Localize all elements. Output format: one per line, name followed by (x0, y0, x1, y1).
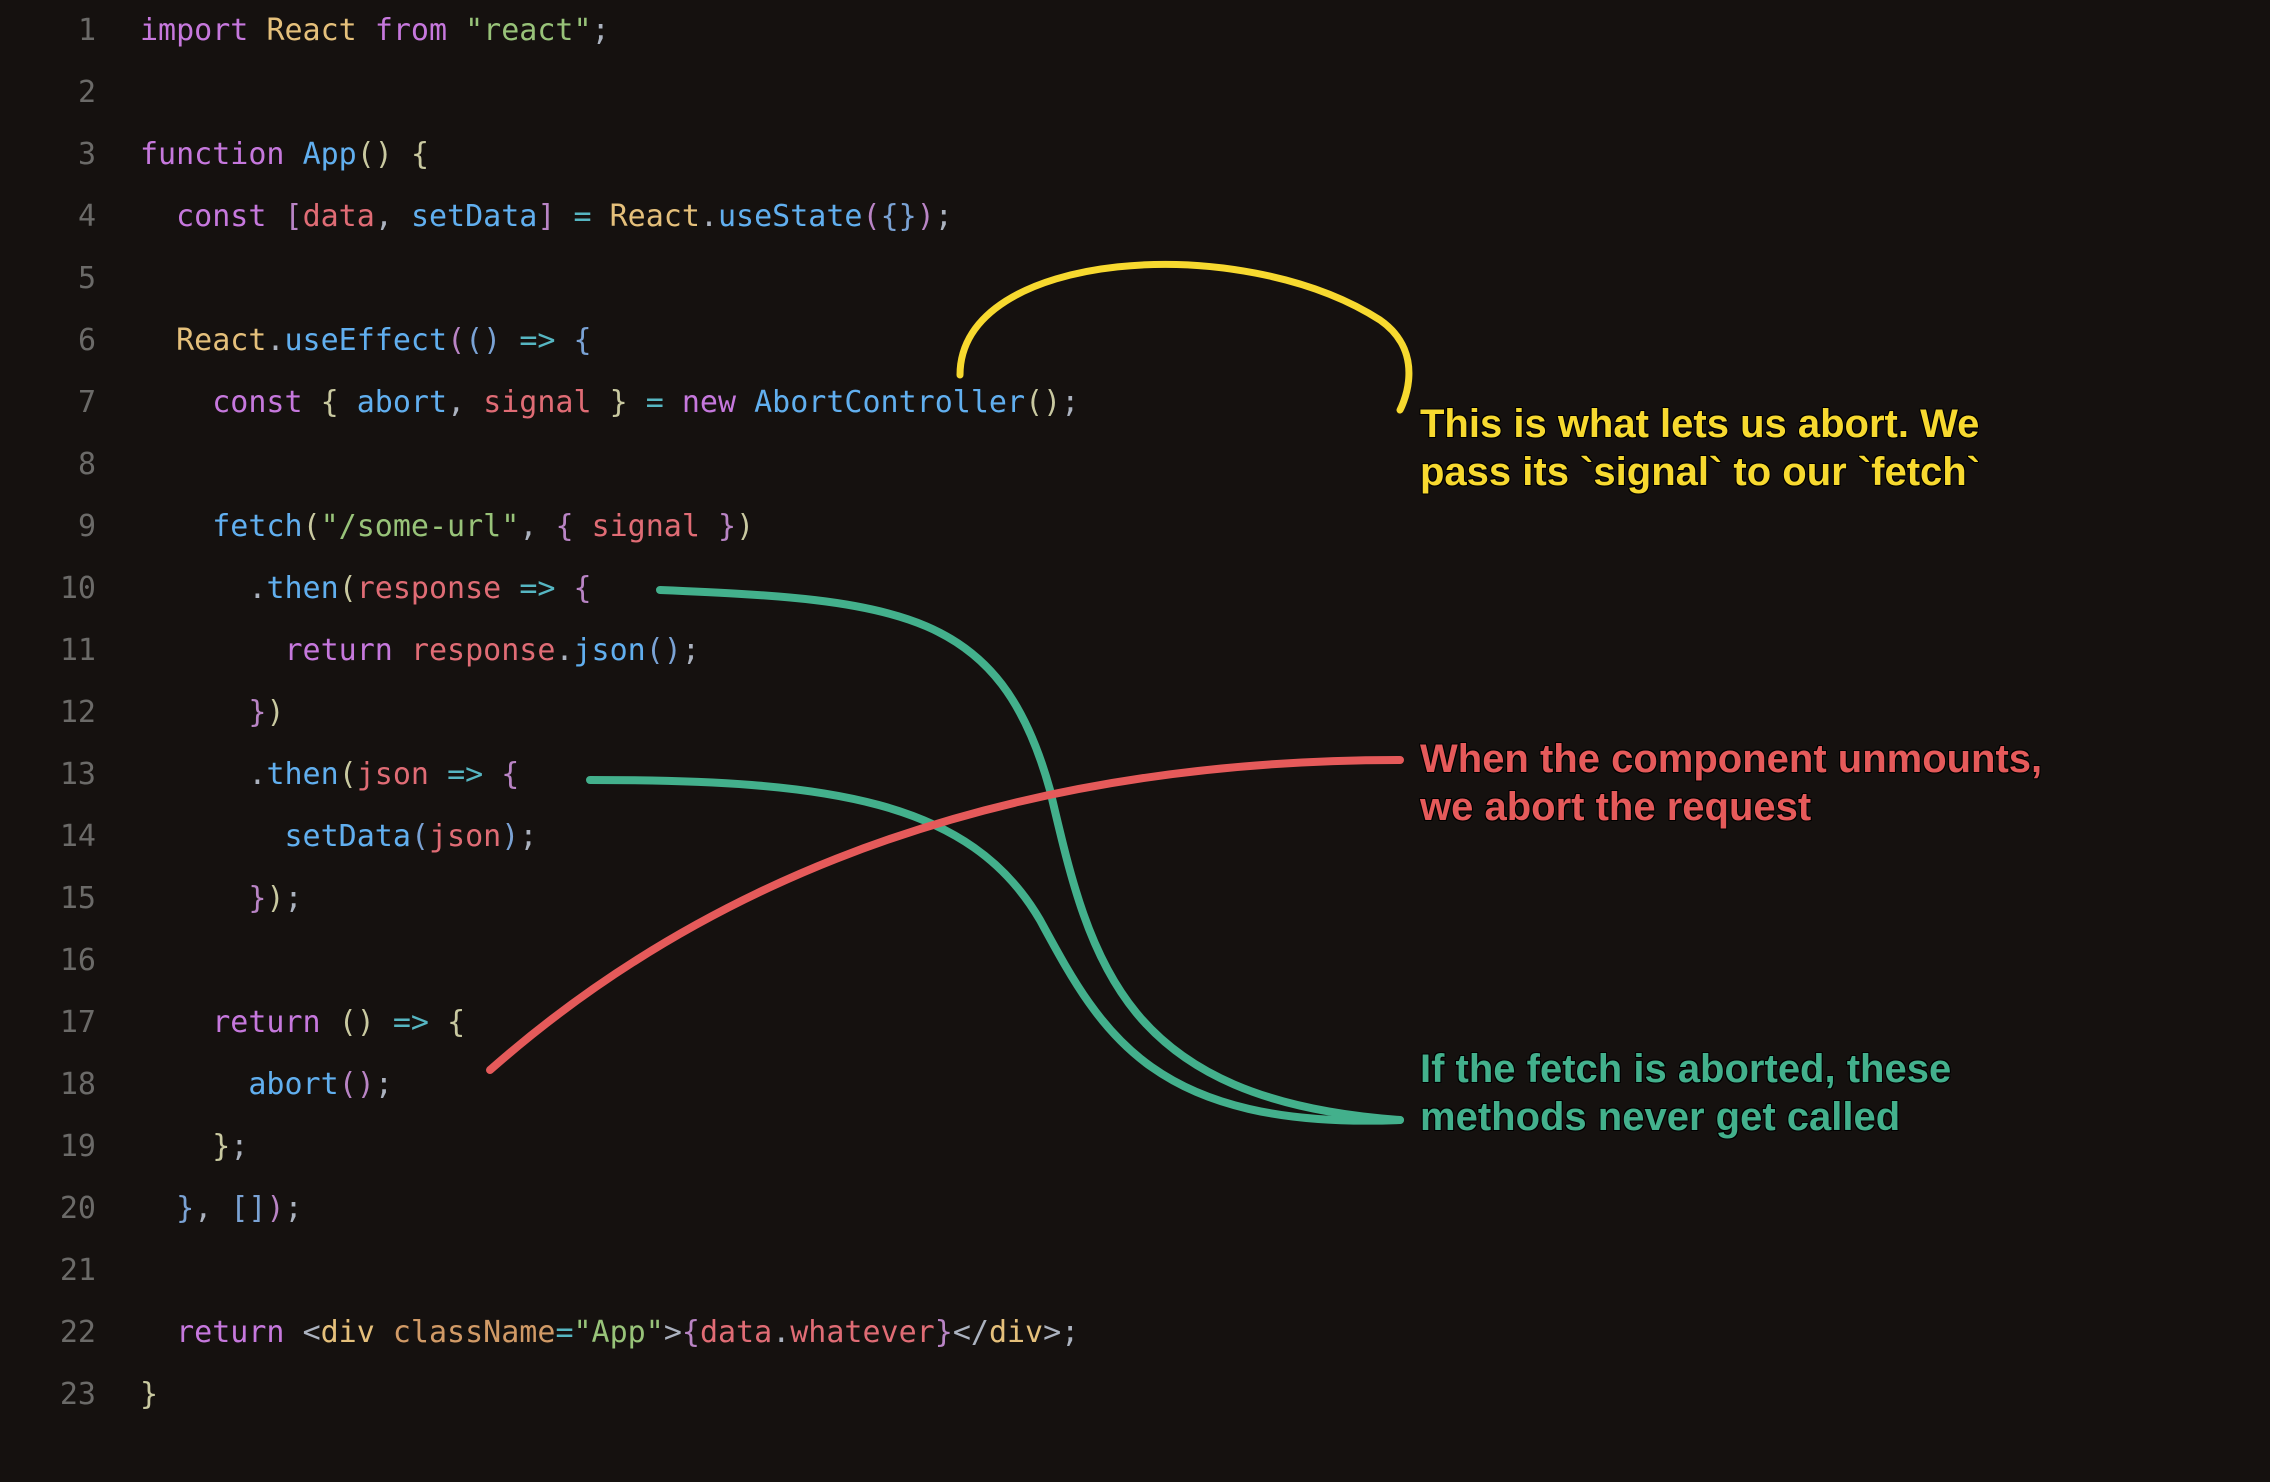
code-line: 20 }, []); (0, 1178, 2270, 1240)
line-number: 3 (0, 124, 140, 186)
code-line: 15 }); (0, 868, 2270, 930)
code-editor: 1import React from "react";23function Ap… (0, 0, 2270, 1426)
code-content: }, []); (140, 1178, 2270, 1240)
line-number: 19 (0, 1116, 140, 1178)
code-content: fetch("/some-url", { signal }) (140, 496, 2270, 558)
line-number: 22 (0, 1302, 140, 1364)
code-content: function App() { (140, 124, 2270, 186)
code-content: } (140, 1364, 2270, 1426)
line-number: 17 (0, 992, 140, 1054)
code-line: 4 const [data, setData] = React.useState… (0, 186, 2270, 248)
code-line: 3function App() { (0, 124, 2270, 186)
code-content: .then(response => { (140, 558, 2270, 620)
code-line: 23} (0, 1364, 2270, 1426)
line-number: 15 (0, 868, 140, 930)
code-content: return response.json(); (140, 620, 2270, 682)
line-number: 20 (0, 1178, 140, 1240)
line-number: 12 (0, 682, 140, 744)
annotation-green: If the fetch is aborted, these methods n… (1420, 1045, 2080, 1141)
line-number: 21 (0, 1240, 140, 1302)
line-number: 14 (0, 806, 140, 868)
code-content: const [data, setData] = React.useState({… (140, 186, 2270, 248)
line-number: 2 (0, 62, 140, 124)
line-number: 13 (0, 744, 140, 806)
line-number: 18 (0, 1054, 140, 1116)
code-line: 2 (0, 62, 2270, 124)
line-number: 11 (0, 620, 140, 682)
line-number: 6 (0, 310, 140, 372)
line-number: 1 (0, 0, 140, 62)
code-content: import React from "react"; (140, 0, 2270, 62)
line-number: 7 (0, 372, 140, 434)
code-line: 11 return response.json(); (0, 620, 2270, 682)
line-number: 10 (0, 558, 140, 620)
code-line: 1import React from "react"; (0, 0, 2270, 62)
code-line: 9 fetch("/some-url", { signal }) (0, 496, 2270, 558)
code-line: 6 React.useEffect(() => { (0, 310, 2270, 372)
line-number: 5 (0, 248, 140, 310)
code-line: 5 (0, 248, 2270, 310)
code-content: }); (140, 868, 2270, 930)
code-line: 21 (0, 1240, 2270, 1302)
line-number: 8 (0, 434, 140, 496)
line-number: 4 (0, 186, 140, 248)
code-line: 22 return <div className="App">{data.wha… (0, 1302, 2270, 1364)
code-line: 10 .then(response => { (0, 558, 2270, 620)
annotation-red: When the component unmounts, we abort th… (1420, 735, 2060, 831)
line-number: 16 (0, 930, 140, 992)
annotation-yellow: This is what lets us abort. We pass its … (1420, 400, 2030, 496)
line-number: 9 (0, 496, 140, 558)
code-content: React.useEffect(() => { (140, 310, 2270, 372)
code-content: return <div className="App">{data.whatev… (140, 1302, 2270, 1364)
code-line: 16 (0, 930, 2270, 992)
line-number: 23 (0, 1364, 140, 1426)
